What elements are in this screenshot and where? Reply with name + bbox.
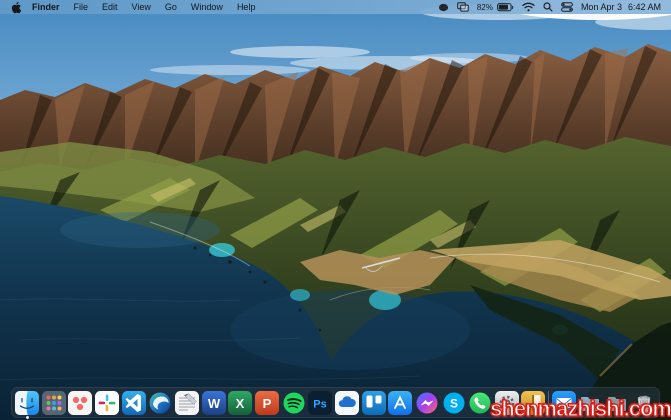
wifi-icon[interactable] [522, 2, 535, 12]
dock-app-spotify[interactable] [282, 391, 306, 415]
menu-item-view[interactable]: View [125, 0, 158, 14]
svg-text:P: P [263, 396, 272, 411]
apple-menu[interactable] [10, 1, 25, 14]
clock-date: Mon Apr 3 [580, 2, 622, 12]
dock-app-messenger[interactable] [415, 391, 439, 415]
dock-app-app-store[interactable] [388, 390, 413, 415]
svg-text:S: S [449, 396, 457, 410]
dock-app-whatsapp[interactable] [468, 391, 492, 415]
dock-app-photoshop[interactable]: Ps [308, 390, 333, 415]
battery-percent: 82% [476, 2, 493, 12]
dock-app-slack[interactable] [94, 390, 119, 415]
dock-app-edge[interactable] [148, 391, 172, 415]
menu-item-edit[interactable]: Edit [95, 0, 125, 14]
wallpaper-big-sur [0, 0, 671, 420]
dock-app-vscode[interactable] [121, 390, 146, 415]
dock-app-launchpad[interactable] [41, 390, 66, 415]
menu-item-window[interactable]: Window [184, 0, 230, 14]
menu-item-go[interactable]: Go [158, 0, 184, 14]
clock-time: 6:42 AM [627, 2, 661, 12]
dock-app-onedrive[interactable] [334, 390, 359, 415]
svg-text:X: X [236, 396, 245, 411]
dock-app-textedit[interactable] [174, 390, 199, 415]
dock-app-excel[interactable]: X [228, 390, 253, 415]
apple-icon [11, 1, 21, 13]
dock-app-word[interactable]: W [201, 390, 226, 415]
finder-running-indicator [25, 415, 29, 419]
screen-mirroring-icon[interactable] [457, 2, 469, 12]
dock-app-finder[interactable] [15, 390, 39, 419]
dock-app-powerpoint[interactable]: P [254, 390, 279, 415]
menu-item-file[interactable]: File [67, 0, 96, 14]
menu-bar: Finder File Edit View Go Window Help 82% [0, 0, 671, 14]
menu-bar-left: Finder File Edit View Go Window Help [10, 0, 262, 14]
menu-bar-status: 82% Mon Apr 3 6:42 AM [438, 0, 661, 14]
spotlight-icon[interactable] [543, 2, 553, 12]
dock-app-trello[interactable] [361, 390, 386, 415]
control-center-icon[interactable] [561, 2, 573, 12]
dock-app-asana[interactable] [68, 390, 93, 415]
desktop: Finder File Edit View Go Window Help 82% [0, 0, 671, 420]
menu-bar-clock[interactable]: Mon Apr 3 6:42 AM [581, 2, 661, 12]
battery-icon[interactable] [497, 2, 514, 12]
svg-text:Ps: Ps [313, 398, 326, 410]
menu-item-help[interactable]: Help [230, 0, 263, 14]
menu-item-finder[interactable]: Finder [25, 0, 67, 14]
watermark: shenmazhishi.com [490, 396, 671, 420]
menu-extra-icon[interactable] [438, 3, 449, 12]
dock-app-skype[interactable]: S [442, 391, 466, 415]
svg-text:W: W [207, 396, 220, 411]
